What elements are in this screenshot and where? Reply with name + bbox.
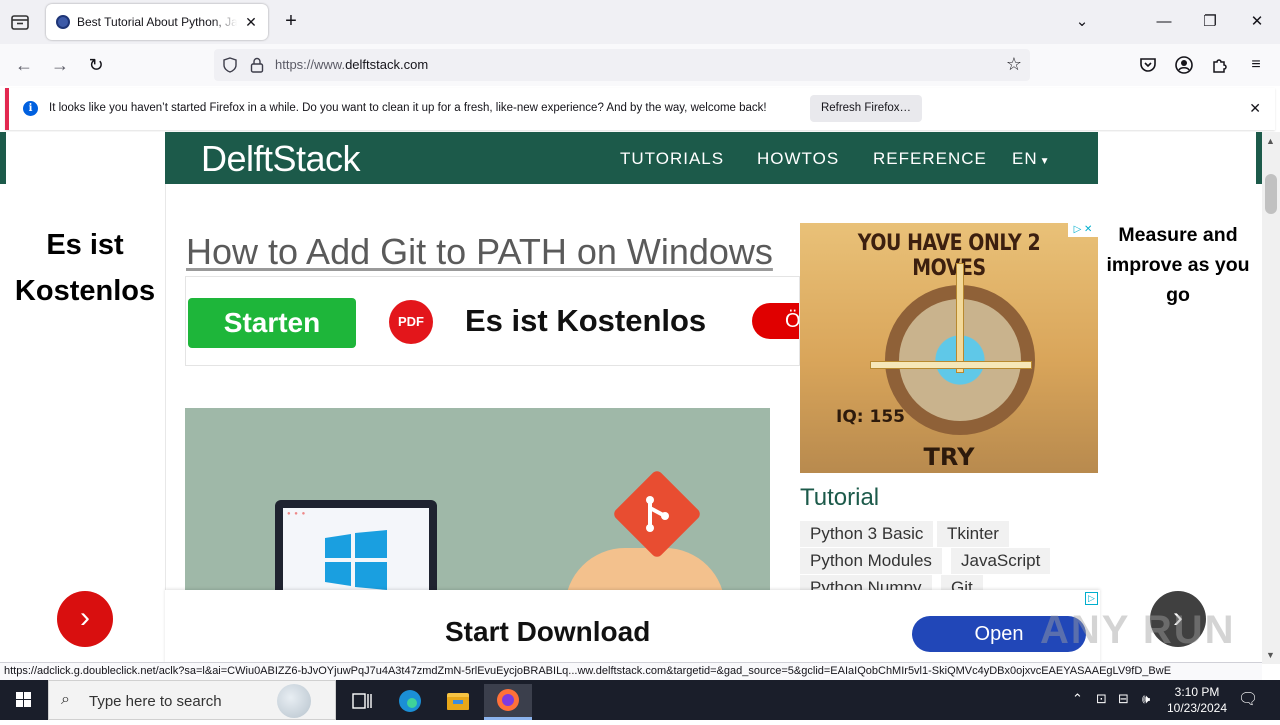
network-icon[interactable]: ⊟ xyxy=(1118,691,1129,707)
right-side-ad[interactable]: Measure and improve as you go xyxy=(1106,220,1250,310)
notifications-icon[interactable]: 🗨 xyxy=(1238,689,1258,709)
show-hidden-icons[interactable]: ⌃ xyxy=(1072,691,1083,707)
info-icon: i xyxy=(23,101,38,116)
taskbar-search-box[interactable]: ⌕ Type here to search xyxy=(48,680,336,720)
new-tab-button[interactable]: + xyxy=(280,10,302,32)
back-button[interactable]: ← xyxy=(12,53,36,77)
chip-python3-basic[interactable]: Python 3 Basic xyxy=(800,521,934,547)
try-button[interactable]: TRY xyxy=(800,443,1098,471)
site-favicon-icon xyxy=(56,15,70,29)
account-icon[interactable] xyxy=(1172,53,1196,77)
nav-howtos[interactable]: HOWTOS xyxy=(757,149,839,169)
close-notification-icon[interactable]: ✕ xyxy=(1249,100,1261,117)
nav-reference[interactable]: REFERENCE xyxy=(873,149,987,169)
caret-down-icon: ▼ xyxy=(1039,156,1051,167)
navigation-toolbar: ← → ↻ https://www.delftstack.com ☆ ≡ xyxy=(0,44,1280,86)
notification-message: It looks like you haven’t started Firefo… xyxy=(49,102,767,114)
site-header: DelftStack TUTORIALS HOWTOS REFERENCE EN… xyxy=(165,132,1098,184)
header-strip-left xyxy=(0,132,6,184)
extensions-icon[interactable] xyxy=(1208,53,1232,77)
tutorial-heading: Tutorial xyxy=(800,484,880,511)
scroll-down-icon[interactable]: ▼ xyxy=(1266,650,1275,660)
chip-python-modules[interactable]: Python Modules xyxy=(800,548,942,574)
edge-icon[interactable] xyxy=(386,684,434,720)
chip-tkinter[interactable]: Tkinter xyxy=(937,521,1009,547)
search-highlight-image xyxy=(277,684,311,718)
clock-time: 3:10 PM xyxy=(1174,685,1220,699)
tracking-protection-shield-icon[interactable] xyxy=(222,57,238,73)
anyrun-watermark: ANY RUN xyxy=(1040,608,1236,652)
starten-button[interactable]: Starten xyxy=(188,298,356,348)
windows-logo-icon xyxy=(325,530,387,590)
forward-button[interactable]: → xyxy=(48,53,72,77)
search-icon: ⌕ xyxy=(61,691,70,708)
article-title[interactable]: How to Add Git to PATH on Windows xyxy=(186,231,773,273)
task-view-icon[interactable] xyxy=(338,684,386,720)
list-all-tabs-button[interactable] xyxy=(8,10,32,34)
close-tab-icon[interactable]: ✕ xyxy=(242,13,260,31)
search-placeholder: Type here to search xyxy=(89,693,222,710)
nav-tutorials[interactable]: TUTORIALS xyxy=(620,149,724,169)
laptop-illustration: ● ● ● xyxy=(275,500,437,598)
inline-ad-cta-button[interactable]: Ö xyxy=(752,303,799,339)
article-hero-image: ● ● ● xyxy=(185,408,770,598)
refresh-firefox-button[interactable]: Refresh Firefox… xyxy=(810,95,922,122)
page-scrollbar[interactable]: ▲ ▼ xyxy=(1262,132,1280,664)
app-menu-icon[interactable]: ≡ xyxy=(1244,53,1268,77)
tab-bar: Best Tutorial About Python, Javascript, … xyxy=(0,0,1280,44)
tab-title: Best Tutorial About Python, Javascript, … xyxy=(77,15,237,29)
scrollbar-thumb[interactable] xyxy=(1265,174,1277,214)
adchoices-icon[interactable]: ▷ xyxy=(1085,592,1098,605)
windows-taskbar: ⌕ Type here to search ⌃ ⊡ ⊟ 🕪 3:10 PM 10… xyxy=(0,680,1280,720)
device-icon[interactable]: ⊡ xyxy=(1096,691,1107,707)
link-status-bar: https://adclick.g.doubleclick.net/aclk?s… xyxy=(0,662,1262,680)
bottom-ad-headline: Start Download xyxy=(445,616,651,647)
start-button[interactable] xyxy=(0,680,48,720)
file-explorer-icon[interactable] xyxy=(434,684,482,720)
reload-button[interactable]: ↻ xyxy=(84,53,108,77)
web-page: DelftStack TUTORIALS HOWTOS REFERENCE EN… xyxy=(0,132,1262,664)
bookmark-star-icon[interactable]: ☆ xyxy=(1004,54,1024,74)
lock-icon[interactable] xyxy=(250,57,264,73)
windows-start-icon xyxy=(16,692,31,707)
firefox-taskbar-icon[interactable] xyxy=(484,684,532,720)
nav-language[interactable]: EN ▼ xyxy=(1012,149,1051,169)
pdf-icon: PDF xyxy=(389,300,433,344)
restore-button[interactable]: ❐ xyxy=(1198,10,1222,34)
game-display-ad[interactable]: ▷ ✕ YOU HAVE ONLY 2 MOVES IQ: 155 TRY xyxy=(800,223,1098,473)
clock-date: 10/23/2024 xyxy=(1166,701,1228,715)
inline-banner-ad[interactable]: Starten PDF Es ist Kostenlos Ö xyxy=(185,276,800,366)
minimize-button[interactable]: — xyxy=(1152,10,1176,34)
chip-javascript[interactable]: JavaScript xyxy=(951,548,1051,574)
iq-score: IQ: 155 xyxy=(836,407,905,427)
pocket-icon[interactable] xyxy=(1136,53,1160,77)
system-clock[interactable]: 3:10 PM 10/23/2024 xyxy=(1160,684,1234,716)
tab-list-icon xyxy=(11,15,29,30)
game-ad-headline: YOU HAVE ONLY 2 MOVES xyxy=(857,231,1041,281)
chevron-down-icon[interactable]: ⌄ xyxy=(1070,10,1094,34)
inline-ad-headline: Es ist Kostenlos xyxy=(465,303,707,338)
active-tab[interactable]: Best Tutorial About Python, Javascript, … xyxy=(46,4,268,40)
volume-icon[interactable]: 🕪 xyxy=(1142,691,1150,707)
git-branch-icon xyxy=(646,496,669,532)
address-bar[interactable]: https://www.delftstack.com ☆ xyxy=(214,49,1030,81)
scroll-up-icon[interactable]: ▲ xyxy=(1266,136,1275,146)
left-side-ad[interactable]: Es ist Kostenlos xyxy=(6,222,164,314)
url-text[interactable]: https://www.delftstack.com xyxy=(275,57,428,72)
next-arrow-left-button[interactable]: › xyxy=(57,591,113,647)
sticky-bottom-ad[interactable]: ▷ Start Download Open xyxy=(165,590,1100,664)
refresh-firefox-notification: i It looks like you haven’t started Fire… xyxy=(5,88,1275,130)
site-logo[interactable]: DelftStack xyxy=(201,138,361,180)
close-window-button[interactable]: ✕ xyxy=(1245,10,1269,34)
